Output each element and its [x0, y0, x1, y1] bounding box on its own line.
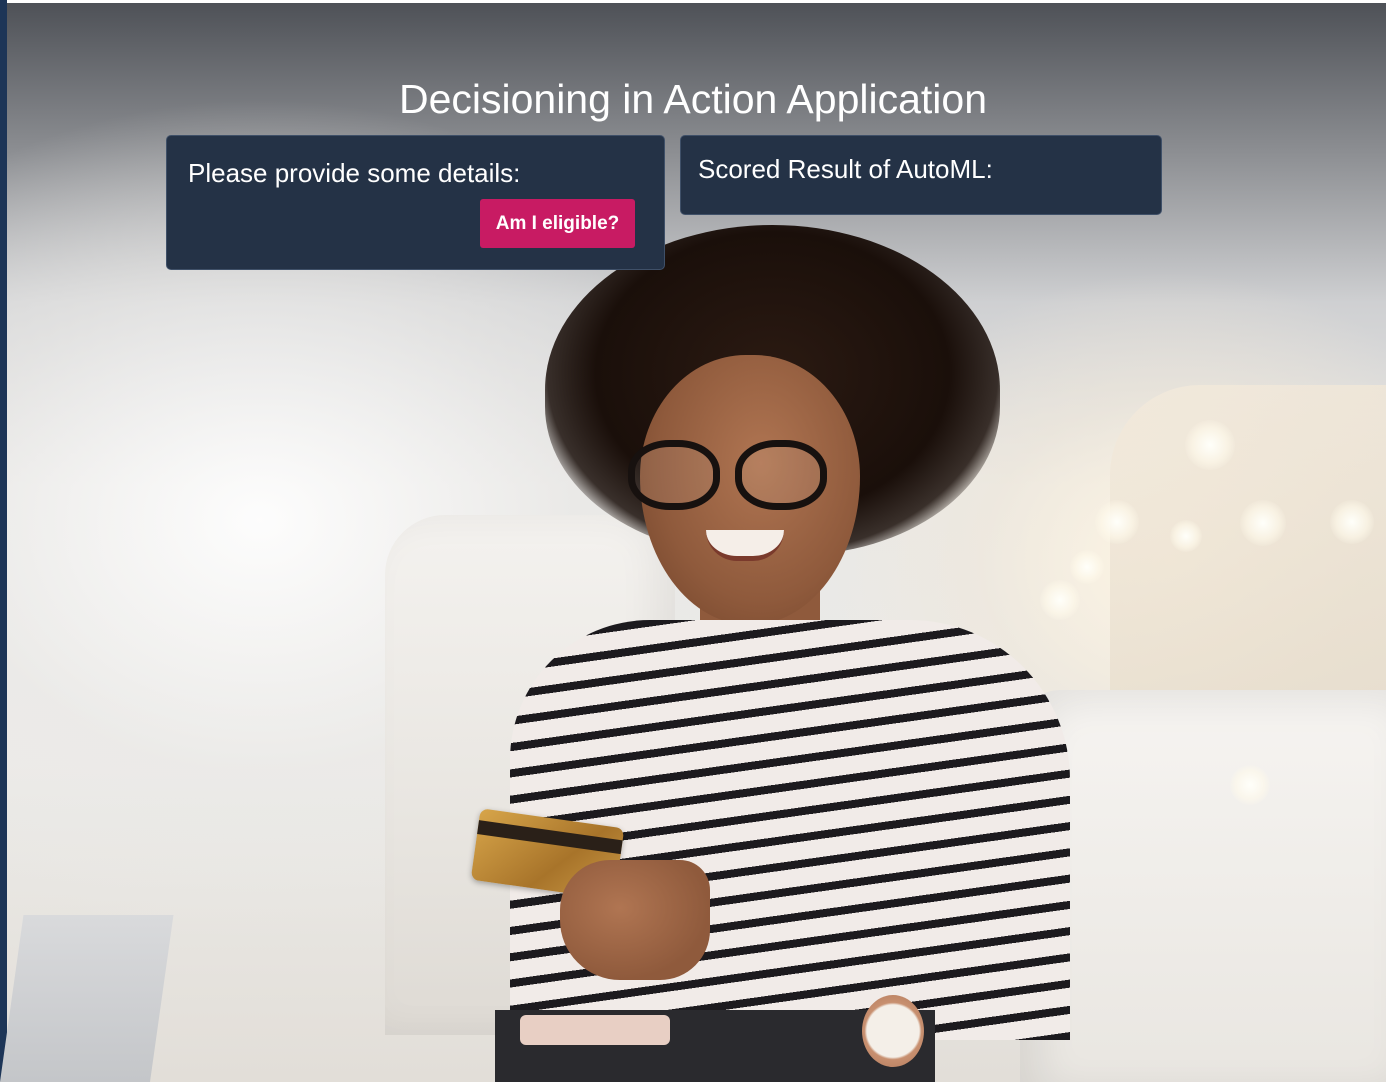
- glasses-right-lens: [735, 440, 827, 510]
- wristwatch-icon: [862, 995, 924, 1067]
- card-magnetic-stripe: [477, 820, 623, 855]
- person-hand: [560, 860, 710, 980]
- result-panel: Scored Result of AutoML:: [680, 135, 1162, 215]
- am-i-eligible-button[interactable]: Am I eligible?: [480, 199, 635, 248]
- app-page: Decisioning in Action Application Please…: [0, 0, 1386, 1082]
- person-belt: [520, 1015, 670, 1045]
- details-panel-heading: Please provide some details:: [188, 158, 521, 188]
- glasses-left-lens: [628, 440, 720, 510]
- result-panel-heading: Scored Result of AutoML:: [698, 154, 993, 184]
- page-title: Decisioning in Action Application: [398, 76, 988, 123]
- details-panel: Please provide some details: Am I eligib…: [166, 135, 665, 270]
